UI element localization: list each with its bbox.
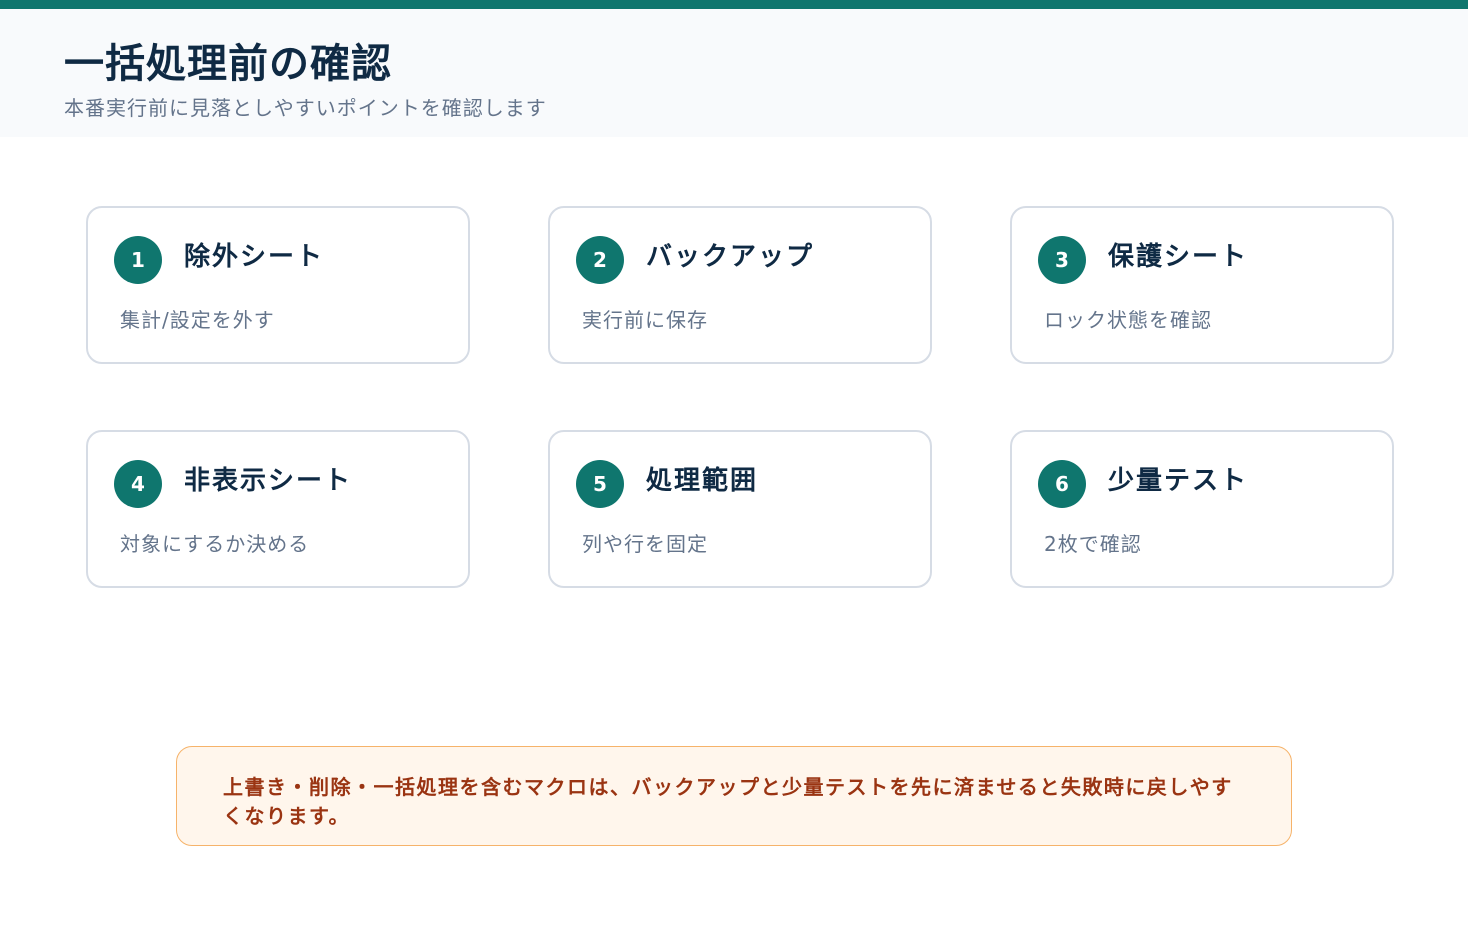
step-number-badge: 1: [114, 236, 162, 284]
warning-note-text: 上書き・削除・一括処理を含むマクロは、バックアップと少量テストを先に済ませると失…: [223, 775, 1233, 828]
step-number-badge: 2: [576, 236, 624, 284]
page-header: 一括処理前の確認 本番実行前に見落としやすいポイントを確認します: [0, 9, 1468, 137]
step-number-badge: 5: [576, 460, 624, 508]
card-title: 保護シート: [1108, 242, 1249, 272]
step-number-badge: 6: [1038, 460, 1086, 508]
card-description: ロック状態を確認: [1044, 308, 1212, 332]
card-description: 列や行を固定: [582, 532, 708, 556]
card-title: 非表示シート: [184, 466, 353, 496]
step-number-badge: 3: [1038, 236, 1086, 284]
warning-note: 上書き・削除・一括処理を含むマクロは、バックアップと少量テストを先に済ませると失…: [176, 746, 1292, 846]
card-description: 実行前に保存: [582, 308, 708, 332]
checklist-card-small-test: 6 少量テスト 2枚で確認: [1010, 430, 1394, 588]
checklist-card-hidden-sheets: 4 非表示シート 対象にするか決める: [86, 430, 470, 588]
card-title: 除外シート: [184, 242, 325, 272]
checklist-card-processing-range: 5 処理範囲 列や行を固定: [548, 430, 932, 588]
card-description: 対象にするか決める: [120, 532, 310, 556]
checklist-card-protected-sheets: 3 保護シート ロック状態を確認: [1010, 206, 1394, 364]
card-description: 2枚で確認: [1044, 532, 1142, 556]
card-title: バックアップ: [646, 242, 815, 272]
page-title: 一括処理前の確認: [64, 41, 392, 87]
top-accent-bar: [0, 0, 1468, 9]
card-description: 集計/設定を外す: [120, 308, 275, 332]
checklist-card-exclude-sheets: 1 除外シート 集計/設定を外す: [86, 206, 470, 364]
step-number-badge: 4: [114, 460, 162, 508]
card-title: 処理範囲: [646, 466, 759, 496]
page-subtitle: 本番実行前に見落としやすいポイントを確認します: [64, 96, 547, 120]
checklist-card-backup: 2 バックアップ 実行前に保存: [548, 206, 932, 364]
card-title: 少量テスト: [1108, 466, 1249, 496]
